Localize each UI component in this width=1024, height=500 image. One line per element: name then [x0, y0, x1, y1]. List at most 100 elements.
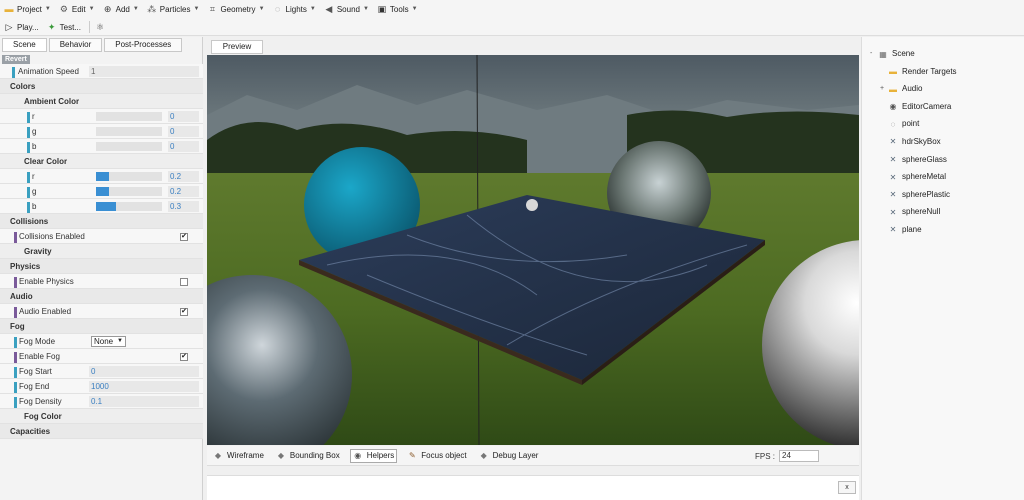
row-accent-bar: [27, 112, 30, 123]
debug-layer-button[interactable]: ◆ Debug Layer: [477, 449, 541, 463]
menu-row-main: ▬ Project ▼ ⚙ Edit ▼ ⊕ Add ▼ ⁂ Particles ▼ ⌗ Geometry…: [0, 0, 1024, 18]
bounding-box-label: Bounding Box: [289, 451, 340, 460]
audio-enabled-checkbox[interactable]: ✔: [180, 308, 188, 316]
menu-lights[interactable]: ◌ Lights ▼: [273, 4, 316, 14]
tab-preview[interactable]: Preview: [211, 40, 263, 54]
ambient-g-label: g: [32, 127, 37, 136]
row-accent-bar: [27, 187, 30, 198]
clear-r-slider[interactable]: [96, 172, 162, 181]
tab-scene[interactable]: Scene: [2, 38, 47, 52]
section-colors[interactable]: Colors: [0, 79, 203, 94]
fog-end-input[interactable]: 1000: [89, 381, 199, 392]
chevron-down-icon: ▼: [362, 6, 369, 12]
enable-physics-label: Enable Physics: [19, 277, 74, 286]
ambient-g-slider[interactable]: [96, 127, 162, 136]
ambient-b-input[interactable]: 0: [168, 141, 199, 152]
fog-mode-select[interactable]: None ▼: [91, 336, 126, 347]
section-audio[interactable]: Audio: [0, 289, 203, 304]
fog-start-row: Fog Start 0: [0, 364, 203, 379]
clear-r-input[interactable]: 0.2: [168, 171, 199, 182]
clapper-icon: ▣: [377, 4, 387, 14]
row-accent-bar: [14, 277, 17, 288]
babylon-logo-icon: ⚛: [95, 22, 105, 32]
clear-b-input[interactable]: 0.3: [168, 201, 199, 212]
chevron-down-icon: ▼: [309, 6, 316, 12]
subsection-fog-color[interactable]: Fog Color: [0, 409, 203, 424]
clear-b-label: b: [32, 202, 37, 211]
section-collisions[interactable]: Collisions: [0, 214, 203, 229]
preview-area: Preview ◆ Wireframe ◆ Bounding Box ◉ Hel…: [207, 37, 859, 500]
ambient-r-row: r0: [0, 109, 203, 124]
properties-panel: Scene Behavior Post-Processes Revert Ani…: [0, 37, 203, 500]
menu-geometry[interactable]: ⌗ Geometry ▼: [207, 4, 265, 14]
menu-add[interactable]: ⊕ Add ▼: [103, 4, 139, 14]
menu-tools[interactable]: ▣ Tools ▼: [377, 4, 418, 14]
clear-g-input[interactable]: 0.2: [168, 186, 199, 197]
wireframe-button[interactable]: ◆ Wireframe: [211, 449, 266, 463]
tab-behavior[interactable]: Behavior: [48, 38, 103, 52]
chevron-down-icon: ▼: [117, 338, 123, 344]
particles-icon: ⁂: [147, 4, 157, 14]
collapse-icon[interactable]: -: [870, 45, 878, 62]
collisions-enabled-checkbox[interactable]: ✔: [180, 233, 188, 241]
clear-g-row: g 0.2: [0, 184, 203, 199]
animation-speed-row: Animation Speed 1: [0, 64, 203, 79]
row-accent-bar: [14, 337, 17, 348]
section-fog[interactable]: Fog: [0, 319, 203, 334]
clear-g-label: g: [32, 187, 37, 196]
row-accent-bar: [12, 67, 15, 78]
menu-edit[interactable]: ⚙ Edit ▼: [59, 4, 95, 14]
fog-start-input[interactable]: 0: [89, 366, 199, 377]
menu-particles[interactable]: ⁂ Particles ▼: [147, 4, 199, 14]
enable-physics-checkbox[interactable]: [180, 278, 188, 286]
3d-viewport[interactable]: [207, 55, 859, 445]
tab-post-processes[interactable]: Post-Processes: [104, 38, 183, 52]
ambient-g-input[interactable]: 0: [168, 126, 199, 137]
bulb-icon: ◌: [274, 4, 281, 14]
chevron-down-icon: ▼: [411, 6, 418, 12]
helpers-button[interactable]: ◉ Helpers: [349, 448, 398, 463]
fog-density-row: Fog Density 0.1: [0, 394, 203, 409]
menu-separator: [88, 21, 90, 33]
expand-icon[interactable]: +: [880, 80, 888, 97]
menu-test[interactable]: ✦ Test...: [47, 22, 81, 32]
collisions-enabled-row: Collisions Enabled ✔: [0, 229, 203, 244]
bounding-box-button[interactable]: ◆ Bounding Box: [274, 449, 342, 463]
menu-project[interactable]: ▬ Project ▼: [4, 4, 51, 14]
tree-node-label: spherePlastic: [902, 189, 951, 199]
focus-object-button[interactable]: ✎ Focus object: [405, 449, 468, 463]
subsection-ambient-color[interactable]: Ambient Color: [0, 94, 203, 109]
section-capacities[interactable]: Capacities: [0, 424, 203, 439]
collisions-enabled-label: Collisions Enabled: [19, 232, 85, 241]
ambient-r-input[interactable]: 0: [168, 111, 199, 122]
tree-node-label: hdrSkyBox: [902, 136, 941, 146]
scene-graph-panel: - ▦ Scene ▬ Render Targets + ▬ Audio ◉ EditorCame…: [861, 37, 1024, 500]
clear-b-slider[interactable]: [96, 202, 162, 211]
animation-speed-input[interactable]: 1: [89, 66, 199, 77]
fog-density-input[interactable]: 0.1: [89, 396, 199, 407]
section-physics[interactable]: Physics: [0, 259, 203, 274]
ambient-b-label: b: [32, 142, 37, 151]
ambient-r-slider[interactable]: [96, 112, 162, 121]
menu-sound[interactable]: ◀ Sound ▼: [324, 4, 369, 14]
fps-input[interactable]: 24: [779, 450, 819, 462]
row-accent-bar: [27, 142, 30, 153]
menu-play[interactable]: ▷ Play...: [4, 22, 39, 32]
subsection-gravity[interactable]: Gravity: [0, 244, 203, 259]
ambient-b-slider[interactable]: [96, 142, 162, 151]
mesh-icon: ✕: [889, 137, 897, 147]
subsection-clear-color[interactable]: Clear Color: [0, 154, 203, 169]
menu-logo[interactable]: ⚛: [95, 22, 108, 32]
clear-g-slider[interactable]: [96, 187, 162, 196]
chevron-down-icon: ▼: [132, 6, 139, 12]
close-button[interactable]: x: [838, 481, 856, 494]
revert-button[interactable]: Revert: [2, 55, 30, 64]
enable-fog-checkbox[interactable]: ✔: [180, 353, 188, 361]
clear-r-label: r: [32, 172, 35, 181]
camera-icon: ◉: [889, 102, 897, 112]
row-accent-bar: [14, 307, 17, 318]
helpers-label: Helpers: [366, 451, 395, 460]
tree-node-label: plane: [902, 224, 922, 234]
focus-object-label: Focus object: [421, 451, 467, 460]
tree-node-label: sphereMetal: [902, 172, 947, 182]
